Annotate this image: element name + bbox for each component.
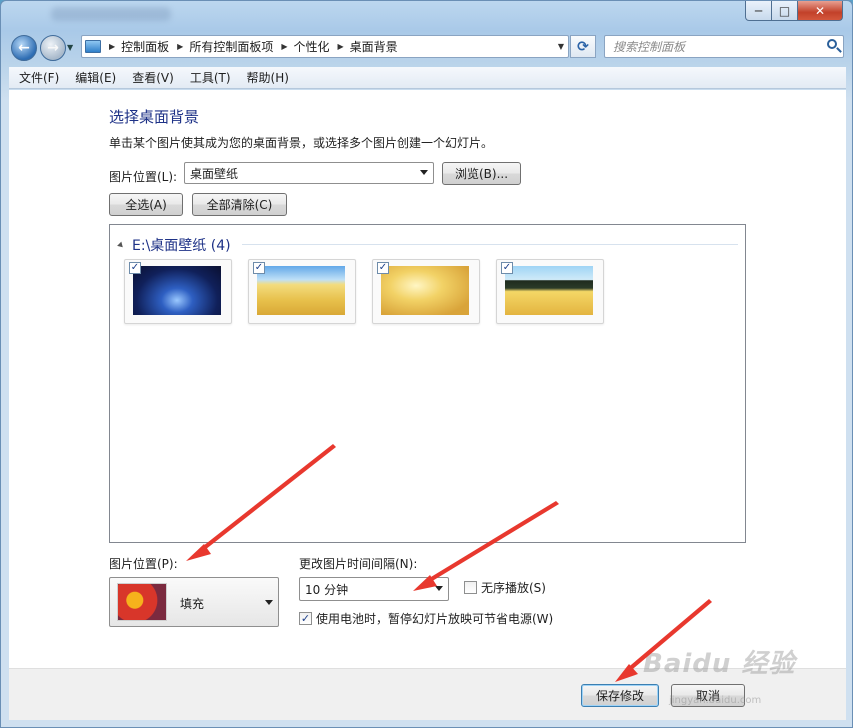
battery-option[interactable]: ✓ 使用电池时，暂停幻灯片放映可节省电源(W) [299, 610, 553, 627]
address-bar[interactable]: ▶ 控制面板 ▶ 所有控制面板项 ▶ 个性化 ▶ 桌面背景 ▼ [81, 35, 569, 58]
group-divider [242, 244, 738, 245]
wallpaper-image-blue-stage [133, 266, 221, 315]
wallpaper-thumbnail[interactable]: ✓ [248, 259, 356, 324]
menu-file[interactable]: 文件(F) [19, 69, 59, 86]
breadcrumb-personalization[interactable]: 个性化 [294, 38, 330, 55]
battery-checkbox[interactable]: ✓ [299, 612, 312, 625]
wallpaper-thumbnail[interactable]: ✓ [124, 259, 232, 324]
breadcrumb-control-panel[interactable]: 控制面板 [121, 38, 169, 55]
picture-location-label: 图片位置(L): [109, 170, 178, 184]
page-description: 单击某个图片使其成为您的桌面背景，或选择多个图片创建一个幻灯片。 [109, 136, 494, 150]
wallpaper-checkbox[interactable]: ✓ [129, 262, 141, 274]
interval-label: 更改图片时间间隔(N): [299, 557, 418, 571]
position-preview-image [117, 583, 167, 621]
baidu-watermark-url: jingyan.baidu.com [669, 695, 762, 706]
wallpaper-image-golden-field [257, 266, 345, 315]
gallery-group-header[interactable]: E:\桌面壁纸 (4) [117, 235, 231, 255]
menu-edit[interactable]: 编辑(E) [75, 69, 116, 86]
menu-bar: 文件(F) 编辑(E) 查看(V) 工具(T) 帮助(H) [9, 67, 846, 89]
search-placeholder: 搜索控制面板 [613, 40, 686, 54]
refresh-icon: ⟳ [577, 38, 589, 55]
wallpaper-thumbnail[interactable]: ✓ [496, 259, 604, 324]
breadcrumb-separator-icon[interactable]: ▶ [177, 42, 183, 51]
gallery-group-title: E:\桌面壁纸 (4) [132, 238, 231, 254]
chevron-down-icon [265, 600, 273, 605]
picture-location-value: 桌面壁纸 [190, 166, 239, 181]
breadcrumb-separator-icon[interactable]: ▶ [109, 42, 115, 51]
wallpaper-gallery[interactable]: E:\桌面壁纸 (4) ✓ ✓ ✓ ✓ [109, 224, 746, 543]
shuffle-label[interactable]: 无序播放(S) [481, 579, 546, 596]
breadcrumb-desktop-background[interactable]: 桌面背景 [350, 38, 398, 55]
wallpaper-image-golden-sky [381, 266, 469, 315]
wallpaper-checkbox[interactable]: ✓ [253, 262, 265, 274]
chevron-down-icon [420, 170, 428, 175]
minimize-button[interactable]: ─ [745, 1, 772, 21]
main-content: 选择桌面背景 单击某个图片使其成为您的桌面背景，或选择多个图片创建一个幻灯片。 … [9, 90, 846, 668]
page-title: 选择桌面背景 [109, 108, 200, 126]
breadcrumb-separator-icon[interactable]: ▶ [281, 42, 287, 51]
title-bar[interactable]: ─ □ ✕ [1, 1, 852, 29]
chevron-down-icon [435, 586, 443, 591]
menu-view[interactable]: 查看(V) [132, 69, 174, 86]
forward-arrow-icon: → [47, 40, 59, 56]
collapse-triangle-icon[interactable] [117, 241, 125, 249]
clear-all-button[interactable]: 全部清除(C) [192, 193, 287, 216]
battery-label[interactable]: 使用电池时，暂停幻灯片放映可节省电源(W) [316, 610, 553, 627]
back-arrow-icon: ← [18, 40, 30, 56]
menu-help[interactable]: 帮助(H) [247, 69, 289, 86]
shuffle-checkbox[interactable] [464, 581, 477, 594]
interval-value: 10 分钟 [305, 582, 349, 597]
control-panel-icon [85, 40, 101, 53]
save-changes-button[interactable]: 保存修改 [581, 684, 659, 707]
picture-position-label: 图片位置(P): [109, 557, 178, 571]
search-box[interactable]: 搜索控制面板 [604, 35, 844, 58]
shuffle-option[interactable]: 无序播放(S) [464, 579, 546, 596]
refresh-button[interactable]: ⟳ [570, 35, 596, 58]
back-button[interactable]: ← [11, 35, 37, 61]
search-icon[interactable] [827, 39, 837, 49]
picture-location-select[interactable]: 桌面壁纸 [184, 162, 434, 184]
address-dropdown-icon[interactable]: ▼ [558, 42, 564, 51]
forward-button[interactable]: → [40, 35, 66, 61]
select-all-button[interactable]: 全选(A) [109, 193, 183, 216]
wallpaper-checkbox[interactable]: ✓ [377, 262, 389, 274]
baidu-watermark: Baidu 经验 [643, 649, 796, 679]
picture-position-value: 填充 [180, 597, 205, 611]
recent-pages-dropdown-icon[interactable]: ▼ [67, 43, 73, 52]
interval-select[interactable]: 10 分钟 [299, 577, 449, 601]
wallpaper-checkbox[interactable]: ✓ [501, 262, 513, 274]
menu-tools[interactable]: 工具(T) [190, 69, 231, 86]
picture-position-select[interactable]: 填充 [109, 577, 279, 627]
close-button[interactable]: ✕ [797, 1, 843, 21]
window-title-blurred [51, 7, 171, 21]
browse-button[interactable]: 浏览(B)... [442, 162, 521, 185]
control-panel-window: ─ □ ✕ ← → ▼ ▶ 控制面板 ▶ 所有控制面板项 ▶ 个性化 ▶ 桌面背… [0, 0, 853, 728]
breadcrumb-all-items[interactable]: 所有控制面板项 [189, 38, 273, 55]
wallpaper-thumbnail[interactable]: ✓ [372, 259, 480, 324]
wallpaper-image-forest-field [505, 266, 593, 315]
maximize-button[interactable]: □ [771, 1, 798, 21]
breadcrumb-separator-icon[interactable]: ▶ [338, 42, 344, 51]
